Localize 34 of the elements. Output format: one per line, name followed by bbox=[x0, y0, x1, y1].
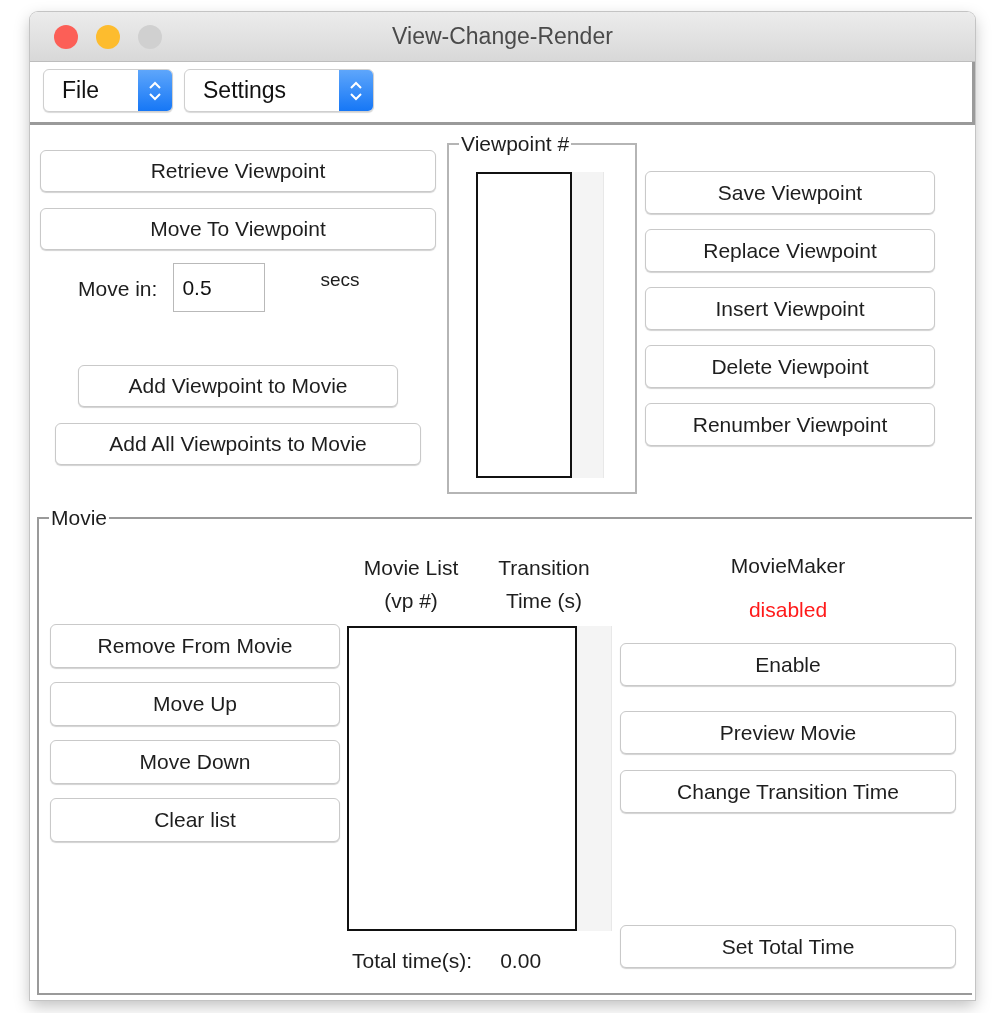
popup-menu[interactable]: Settings bbox=[184, 69, 374, 112]
window-title: View-Change-Render bbox=[392, 23, 613, 49]
movie-list[interactable] bbox=[347, 626, 578, 931]
popup-menu[interactable]: File bbox=[43, 69, 173, 112]
column-header: Transition Time (s) bbox=[497, 555, 591, 614]
push-button[interactable]: Change Transition Time bbox=[620, 770, 956, 813]
push-button[interactable]: Retrieve Viewpoint bbox=[40, 150, 436, 192]
total-time-value: 0.00 bbox=[500, 948, 542, 974]
push-button[interactable]: Move Down bbox=[50, 740, 340, 784]
field-label: Move in: bbox=[78, 277, 158, 301]
push-button[interactable]: Add All Viewpoints to Movie bbox=[55, 423, 421, 465]
push-button[interactable]: Renumber Viewpoint bbox=[645, 403, 935, 446]
column-header: Movie List (vp #) bbox=[362, 555, 460, 614]
push-button[interactable]: Add Viewpoint to Movie bbox=[78, 365, 398, 407]
push-button[interactable]: Move To Viewpoint bbox=[40, 208, 436, 250]
viewpoint-list[interactable] bbox=[476, 172, 572, 478]
push-button[interactable]: Replace Viewpoint bbox=[645, 229, 935, 272]
move-in-field[interactable]: 0.5 bbox=[173, 263, 266, 312]
push-button[interactable]: Insert Viewpoint bbox=[645, 287, 935, 330]
push-button[interactable]: Delete Viewpoint bbox=[645, 345, 935, 388]
zoom-button[interactable] bbox=[138, 24, 162, 49]
moviemaker-title: MovieMaker bbox=[730, 553, 846, 579]
close-button[interactable] bbox=[54, 24, 78, 49]
push-button[interactable]: Preview Movie bbox=[620, 711, 956, 754]
push-button[interactable]: Move Up bbox=[50, 682, 340, 726]
total-time-label: Total time(s): bbox=[352, 948, 473, 974]
push-button[interactable]: Enable bbox=[620, 643, 956, 686]
status-text: disabled bbox=[748, 597, 828, 623]
push-button[interactable]: Clear list bbox=[50, 798, 340, 842]
push-button[interactable]: Save Viewpoint bbox=[645, 171, 935, 214]
unit-label: secs bbox=[320, 269, 360, 291]
push-button[interactable]: Remove From Movie bbox=[50, 624, 340, 668]
push-button[interactable]: Set Total Time bbox=[620, 925, 956, 968]
minimize-button[interactable] bbox=[96, 24, 120, 49]
